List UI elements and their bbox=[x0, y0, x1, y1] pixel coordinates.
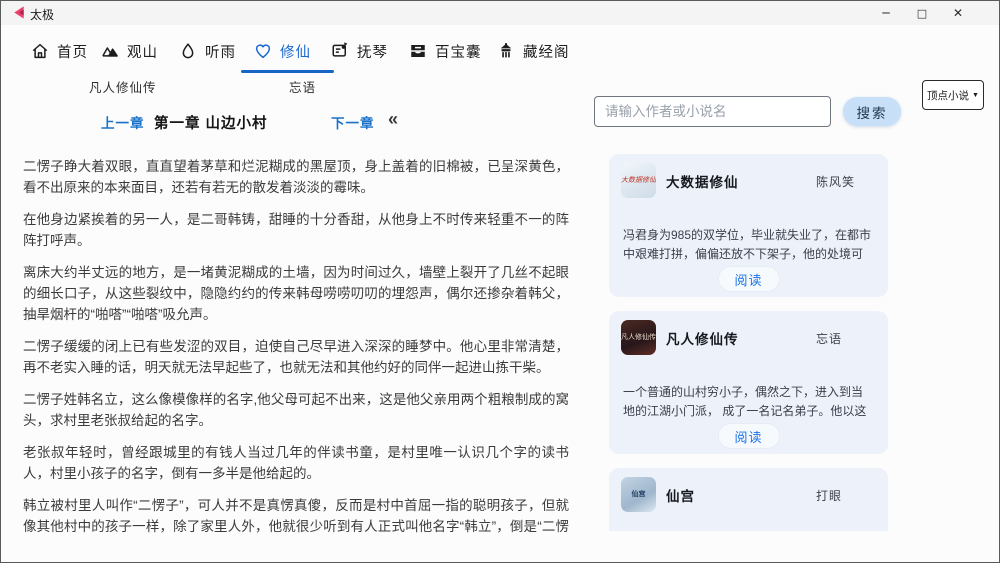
tab-baibaonang[interactable]: 百宝囊 bbox=[409, 39, 482, 63]
prev-chapter-link[interactable]: 上一章 bbox=[101, 112, 145, 132]
current-author-subtitle: 忘语 bbox=[289, 81, 317, 95]
collapse-panel-icon[interactable]: « bbox=[388, 109, 398, 130]
read-button[interactable]: 阅读 bbox=[717, 423, 780, 449]
minimize-button[interactable]: ─ bbox=[871, 1, 901, 25]
chapter-text: 二愣子睁大着双眼，直直望着茅草和烂泥糊成的黑屋顶，身上盖着的旧棉被，已呈深黄色，… bbox=[23, 156, 569, 538]
chapter-title: 第一章 山边小村 bbox=[154, 116, 268, 132]
tab-home-label: 首页 bbox=[57, 44, 88, 61]
paragraph: 二愣子缓缓的闭上已有些发涩的双目，迫使自己尽早进入深深的睡梦中。他心里非常清楚，… bbox=[23, 339, 569, 375]
paragraph: 韩立被村里人叫作“二愣子”，可人并不是真愣真傻，反而是村中首屈一指的聪明孩子，但… bbox=[23, 498, 569, 534]
close-button[interactable]: ✕ bbox=[943, 1, 973, 25]
tab-fuqin[interactable]: 抚琴 bbox=[331, 39, 388, 63]
search-button[interactable]: 搜索 bbox=[843, 97, 901, 126]
maximize-button[interactable]: □ bbox=[907, 1, 937, 25]
book-card[interactable]: 大数据修仙 大数据修仙 陈风笑 冯君身为985的双学位，毕业就失业了，在都市中艰… bbox=[609, 154, 888, 297]
tab-guanshan-label: 观山 bbox=[127, 44, 158, 61]
music-score-icon bbox=[331, 42, 349, 60]
book-title: 大数据修仙 bbox=[666, 175, 739, 190]
paragraph: 老张叔年轻时，曾经跟城里的有钱人当过几年的伴读书童，是村里唯一认识几个字的读书人… bbox=[23, 445, 569, 481]
book-title: 仙宫 bbox=[666, 489, 695, 504]
paragraph: 二愣子姓韩名立，这么像模像样的名字,他父母可起不出来，这是他父亲用两个粗粮制成的… bbox=[23, 392, 569, 428]
book-author: 忘语 bbox=[816, 332, 843, 346]
tab-fuqin-label: 抚琴 bbox=[357, 44, 388, 61]
app-title: 太极 bbox=[30, 8, 55, 22]
tab-xiuxian[interactable]: 修仙 bbox=[254, 39, 311, 63]
novel-source-value: 顶点小说 bbox=[927, 89, 970, 102]
book-card[interactable]: 仙宫 仙宫 打眼 阅读 bbox=[609, 468, 888, 531]
main-nav: 首页 观山 听雨 修仙 抚琴 百宝囊 藏经阁 凡人修仙传 忘语 bbox=[1, 25, 999, 101]
paragraph: 在他身边紧挨着的另一人，是二哥韩铸，甜睡的十分香甜，从他身上不时传来轻重不一的阵… bbox=[23, 212, 569, 248]
heart-icon bbox=[254, 42, 272, 60]
tab-guanshan[interactable]: 观山 bbox=[101, 39, 158, 63]
book-author: 陈风笑 bbox=[816, 175, 856, 189]
tab-tingyu-label: 听雨 bbox=[205, 44, 236, 61]
next-chapter-link[interactable]: 下一章 bbox=[331, 112, 375, 132]
title-bar: 太极 ─ □ ✕ bbox=[1, 1, 999, 25]
home-icon bbox=[31, 42, 49, 60]
treasure-chest-icon bbox=[409, 42, 427, 60]
book-cover: 大数据修仙 bbox=[621, 163, 656, 198]
tab-xiuxian-label: 修仙 bbox=[280, 44, 311, 61]
book-author: 打眼 bbox=[816, 489, 843, 503]
book-cover: 凡人修仙传 bbox=[621, 320, 656, 355]
active-tab-underline bbox=[241, 70, 334, 73]
mountain-icon bbox=[101, 42, 119, 60]
tab-tingyu[interactable]: 听雨 bbox=[179, 39, 236, 63]
book-cover: 仙宫 bbox=[621, 477, 656, 512]
app-logo-icon bbox=[11, 5, 26, 20]
book-description: 冯君身为985的双学位，毕业就失业了，在都市中艰难打拼，偏偏还放不下架子，他的处… bbox=[623, 228, 872, 261]
pavilion-icon bbox=[497, 42, 515, 60]
novel-source-dropdown[interactable]: 顶点小说 ▼ bbox=[922, 80, 984, 110]
search-results-list: 大数据修仙 大数据修仙 陈风笑 冯君身为985的双学位，毕业就失业了，在都市中艰… bbox=[609, 154, 888, 531]
book-title: 凡人修仙传 bbox=[666, 332, 739, 347]
search-input[interactable] bbox=[594, 96, 831, 127]
current-book-subtitle: 凡人修仙传 bbox=[89, 81, 157, 95]
tab-cangjingge[interactable]: 藏经阁 bbox=[497, 39, 570, 63]
tab-baibaonang-label: 百宝囊 bbox=[435, 44, 482, 61]
book-description: 一个普通的山村穷小子，偶然之下，进入到当地的江湖小门派， 成了一名记名弟子。他以… bbox=[623, 385, 867, 418]
paragraph: 二愣子睁大着双眼，直直望着茅草和烂泥糊成的黑屋顶，身上盖着的旧棉被，已呈深黄色，… bbox=[23, 159, 569, 195]
raindrop-icon bbox=[179, 42, 197, 60]
paragraph: 离床大约半丈远的地方，是一堵黄泥糊成的土墙，因为时间过久，墙壁上裂开了几丝不起眼… bbox=[23, 265, 569, 322]
chapter-nav: 上一章 第一章 山边小村 下一章 « bbox=[1, 109, 591, 134]
chevron-down-icon: ▼ bbox=[972, 91, 979, 99]
read-button[interactable]: 阅读 bbox=[717, 266, 780, 292]
app-window: 太极 ─ □ ✕ 首页 观山 听雨 修仙 抚琴 百宝囊 藏经阁 凡人修仙传 忘语… bbox=[0, 0, 1000, 563]
book-card[interactable]: 凡人修仙传 凡人修仙传 忘语 一个普通的山村穷小子，偶然之下，进入到当地的江湖小… bbox=[609, 311, 888, 454]
tab-cangjingge-label: 藏经阁 bbox=[523, 44, 570, 61]
tab-home[interactable]: 首页 bbox=[31, 39, 88, 63]
